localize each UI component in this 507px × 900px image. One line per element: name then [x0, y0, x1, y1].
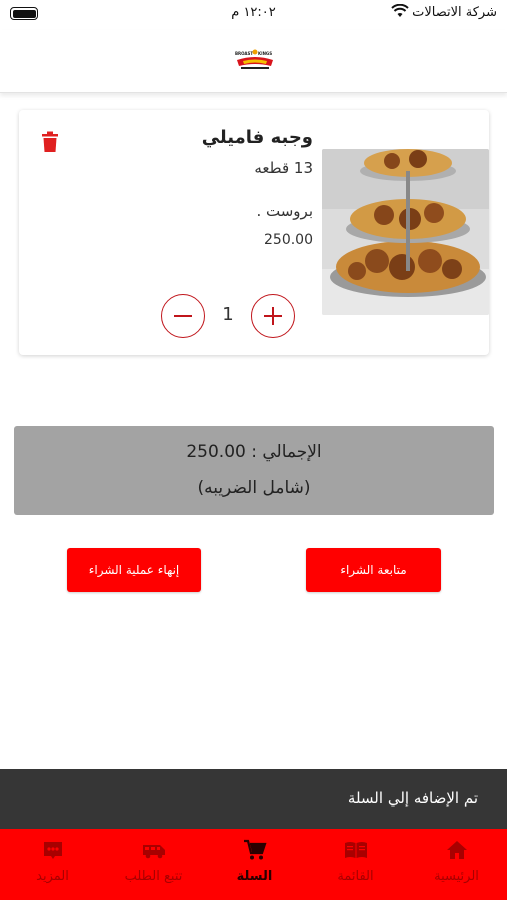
status-bar: شركة الاتصالات ١٢:٠٢ م: [0, 0, 507, 30]
decrease-quantity-button[interactable]: [161, 294, 205, 338]
nav-item-cart[interactable]: السلة: [204, 829, 305, 900]
delivery-van-icon: [143, 845, 165, 859]
nav-item-more[interactable]: المزيد: [2, 829, 103, 900]
item-name: وجبه فاميلي: [201, 127, 313, 148]
home-icon: [447, 841, 467, 859]
toast-notification: تم الإضافه إلي السلة: [0, 769, 507, 829]
app-header: BROAST KINGS: [0, 30, 507, 93]
clock: ١٢:٠٢ م: [231, 5, 276, 20]
tax-note: (شامل الضريبه): [197, 478, 311, 498]
nav-item-menu[interactable]: القائمة: [305, 829, 406, 900]
more-icon: [44, 842, 62, 859]
svg-text:KINGS: KINGS: [258, 51, 272, 56]
increase-quantity-button[interactable]: [251, 294, 295, 338]
plus-icon: [264, 307, 282, 325]
continue-shopping-button[interactable]: متابعة الشراء: [306, 548, 441, 592]
nav-label-track-order: تتبع الطلب: [124, 869, 183, 884]
item-type: بروست .: [256, 202, 313, 220]
item-image: [322, 149, 489, 315]
battery-icon: [10, 7, 38, 20]
item-pieces: 13 قطعه: [254, 159, 313, 177]
nav-label-menu: القائمة: [337, 869, 374, 884]
cart-item-card: وجبه فاميلي 13 قطعه بروست . 250.00 1: [19, 110, 489, 355]
trash-icon[interactable]: [41, 131, 59, 153]
cart-icon: [244, 839, 267, 860]
item-price: 250.00: [264, 232, 313, 248]
toast-message: تم الإضافه إلي السلة: [347, 789, 478, 807]
minus-icon: [174, 315, 192, 317]
bottom-nav: الرئيسية القائمة السلة تتبع الطلب المزيد: [0, 829, 507, 900]
checkout-button[interactable]: إنهاء عملية الشراء: [67, 548, 201, 592]
nav-item-home[interactable]: الرئيسية: [406, 829, 507, 900]
order-total-box: الإجمالي : 250.00 (شامل الضريبه): [14, 426, 494, 515]
brand-logo: BROAST KINGS: [233, 49, 277, 69]
nav-label-more: المزيد: [36, 869, 69, 884]
nav-label-home: الرئيسية: [434, 869, 479, 884]
svg-text:BROAST: BROAST: [235, 51, 253, 56]
nav-label-cart: السلة: [236, 869, 273, 884]
total-amount: الإجمالي : 250.00: [186, 442, 322, 462]
menu-book-icon: [345, 842, 367, 858]
quantity-value: 1: [222, 304, 234, 325]
nav-item-track-order[interactable]: تتبع الطلب: [103, 829, 204, 900]
